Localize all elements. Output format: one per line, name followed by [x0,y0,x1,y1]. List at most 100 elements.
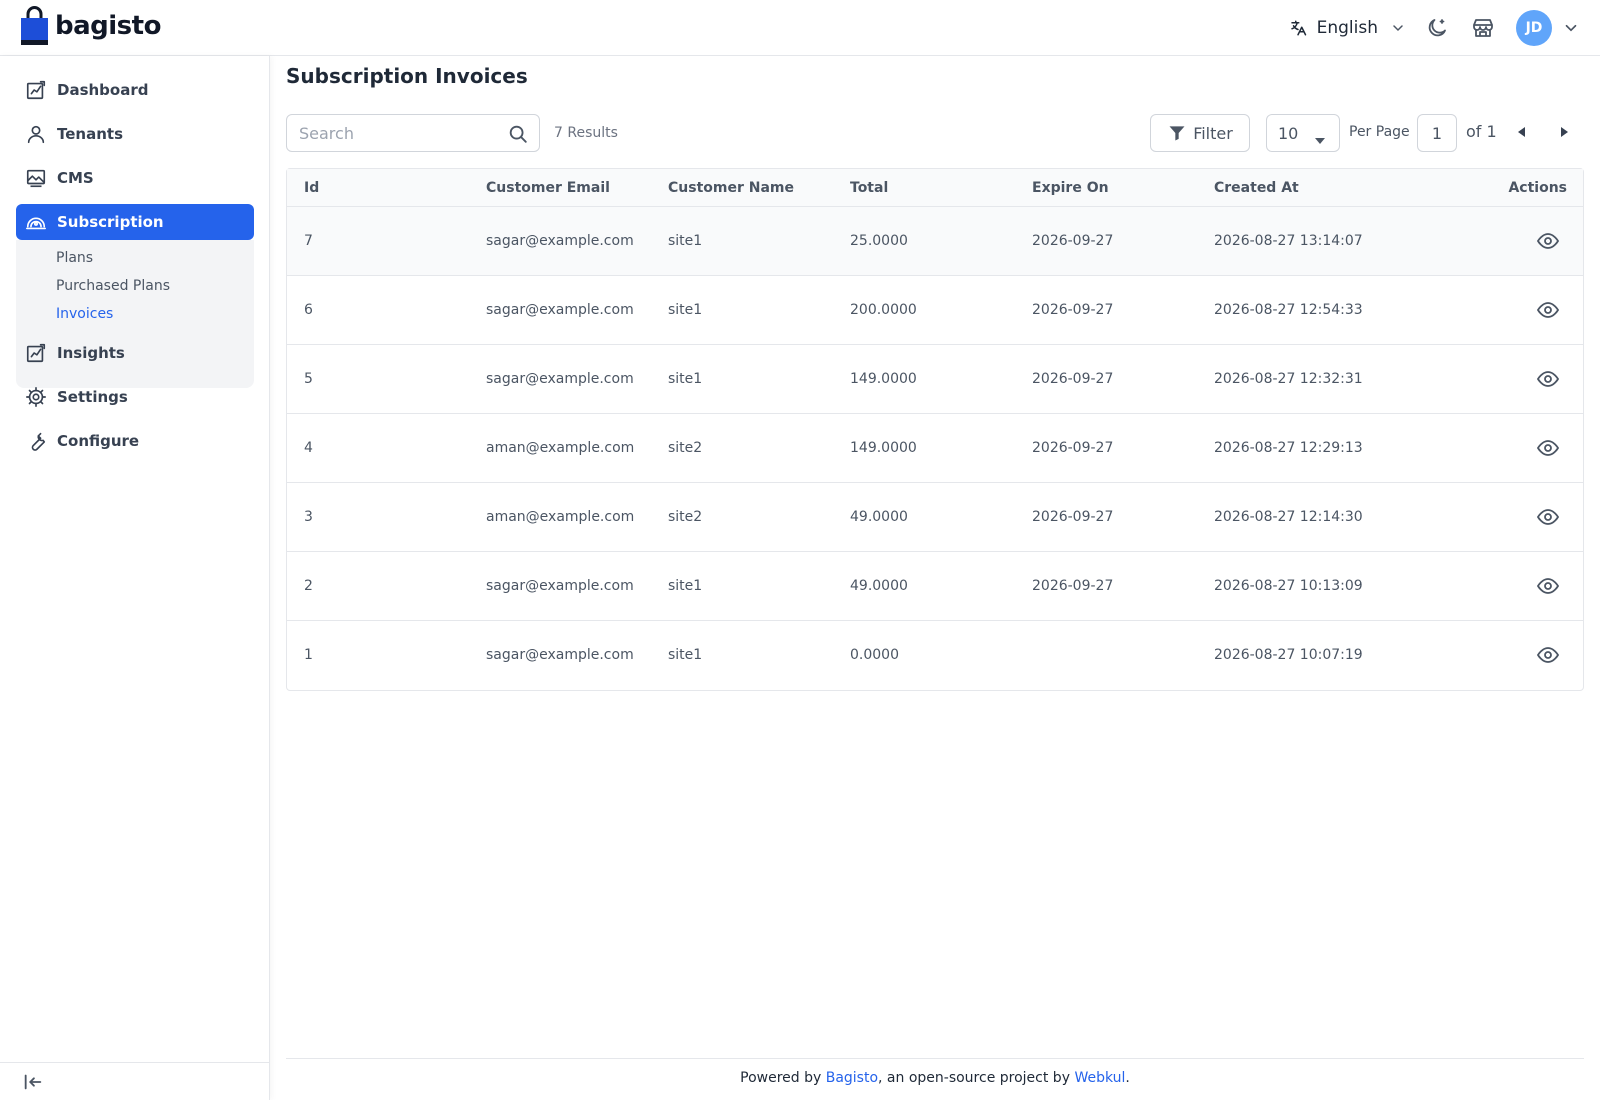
cell-name: site2 [668,509,703,525]
cell-email: sagar@example.com [486,647,634,663]
filter-label: Filter [1193,123,1233,143]
bag-logo-icon [20,6,49,46]
search-icon[interactable] [507,123,529,149]
submenu-item-purchased-plans[interactable]: Purchased Plans [56,278,170,294]
cell-email: sagar@example.com [486,302,634,318]
storefront-icon[interactable] [1470,15,1496,41]
view-eye-icon[interactable] [1535,574,1561,598]
subscription-icon [24,210,48,234]
sidebar-item-insights[interactable]: Insights [16,335,254,371]
cell-id: 7 [304,233,313,249]
cell-created-at: 2026-08-27 13:14:07 [1214,233,1363,249]
cell-name: site1 [668,578,703,594]
next-page-icon[interactable] [1556,124,1572,140]
view-eye-icon[interactable] [1535,229,1561,253]
cell-created-at: 2026-08-27 12:29:13 [1214,440,1363,456]
invoices-table: Id Customer Email Customer Name Total Ex… [286,168,1584,691]
cell-total: 200.0000 [850,302,917,318]
column-header[interactable]: Total [850,180,888,196]
brand-logo[interactable]: bagisto [20,6,161,46]
table-row: 6 sagar@example.com site1 200.0000 2026-09-2… [287,276,1583,345]
table-row: 7 sagar@example.com site1 25.0000 2026-09-27… [287,207,1583,276]
image-icon [24,166,48,190]
webkul-link[interactable]: Webkul [1074,1070,1125,1086]
column-header[interactable]: Customer Email [486,180,610,196]
table-body: 7 sagar@example.com site1 25.0000 2026-09-27… [287,207,1583,690]
table-row: 3 aman@example.com site2 49.0000 2026-09-27 2… [287,483,1583,552]
table-row: 4 aman@example.com site2 149.0000 2026-09-27… [287,414,1583,483]
table-header: Id Customer Email Customer Name Total Ex… [287,169,1583,207]
footer-middle: , an open-source project by [878,1070,1075,1086]
view-eye-icon[interactable] [1535,436,1561,460]
cell-total: 149.0000 [850,440,917,456]
submenu-item-invoices[interactable]: Invoices [56,306,113,322]
language-selector[interactable]: English [1289,18,1406,38]
search-box [286,114,540,152]
sidebar-item-label: Configure [57,432,140,450]
user-avatar[interactable]: JD [1516,10,1552,46]
chevron-down-icon [1390,20,1406,36]
sidebar-item-cms[interactable]: CMS [16,160,254,196]
sidebar-item-tenants[interactable]: Tenants [16,116,254,152]
dashboard-icon [24,78,48,102]
chart-icon [24,341,48,365]
cell-expire-on: 2026-09-27 [1032,233,1114,249]
submenu-item-plans[interactable]: Plans [56,250,93,266]
previous-page-icon[interactable] [1514,124,1530,140]
results-count: 7 Results [554,125,618,141]
cell-created-at: 2026-08-27 12:32:31 [1214,371,1363,387]
sidebar-item-dashboard[interactable]: Dashboard [16,72,254,108]
footer-suffix: . [1125,1070,1130,1086]
chevron-down-icon[interactable] [1562,19,1580,37]
column-header[interactable]: Expire On [1032,180,1109,196]
cell-created-at: 2026-08-27 12:14:30 [1214,509,1363,525]
sidebar-item-settings[interactable]: Settings [16,379,254,415]
cell-id: 4 [304,440,313,456]
view-eye-icon[interactable] [1535,298,1561,322]
cell-created-at: 2026-08-27 10:07:19 [1214,647,1363,663]
sidebar: Dashboard Tenants CMS Subscription Plans… [0,56,270,1100]
cell-total: 49.0000 [850,509,908,525]
view-eye-icon[interactable] [1535,643,1561,667]
per-page-label: Per Page [1349,124,1410,140]
wrench-icon [24,429,48,453]
sidebar-item-label: Insights [57,344,125,362]
cell-created-at: 2026-08-27 10:13:09 [1214,578,1363,594]
page-total: of 1 [1466,122,1497,141]
view-eye-icon[interactable] [1535,505,1561,529]
search-input[interactable] [287,115,487,151]
per-page-select[interactable]: 10 [1266,114,1340,152]
footer: Powered by Bagisto, an open-source proje… [286,1058,1584,1098]
cell-email: aman@example.com [486,440,635,456]
bagisto-link[interactable]: Bagisto [826,1070,878,1086]
column-header[interactable]: Created At [1214,180,1299,196]
cell-email: sagar@example.com [486,233,634,249]
cell-total: 49.0000 [850,578,908,594]
sidebar-item-label: Settings [57,388,128,406]
cell-created-at: 2026-08-27 12:54:33 [1214,302,1363,318]
dark-mode-icon[interactable] [1424,15,1450,41]
sidebar-item-label: Subscription [57,213,164,231]
table-row: 5 sagar@example.com site1 149.0000 2026-09-2… [287,345,1583,414]
cell-expire-on: 2026-09-27 [1032,371,1114,387]
cell-total: 25.0000 [850,233,908,249]
page-number-input[interactable]: 1 [1417,114,1457,152]
cell-total: 0.0000 [850,647,899,663]
language-label: English [1316,18,1378,38]
cell-email: sagar@example.com [486,578,634,594]
cell-id: 1 [304,647,313,663]
table-row: 2 sagar@example.com site1 49.0000 2026-09-27… [287,552,1583,621]
sidebar-item-label: Dashboard [57,81,149,99]
filter-button[interactable]: Filter [1150,114,1250,152]
page-title: Subscription Invoices [286,64,528,88]
view-eye-icon[interactable] [1535,367,1561,391]
column-header[interactable]: Customer Name [668,180,794,196]
collapse-sidebar-button[interactable] [0,1062,270,1100]
cell-expire-on: 2026-09-27 [1032,578,1114,594]
translate-icon [1289,19,1307,37]
sidebar-item-configure[interactable]: Configure [16,423,254,459]
column-header[interactable]: Id [304,180,319,196]
sidebar-item-subscription[interactable]: Subscription [16,204,254,240]
cell-name: site1 [668,233,703,249]
cell-email: aman@example.com [486,509,635,525]
